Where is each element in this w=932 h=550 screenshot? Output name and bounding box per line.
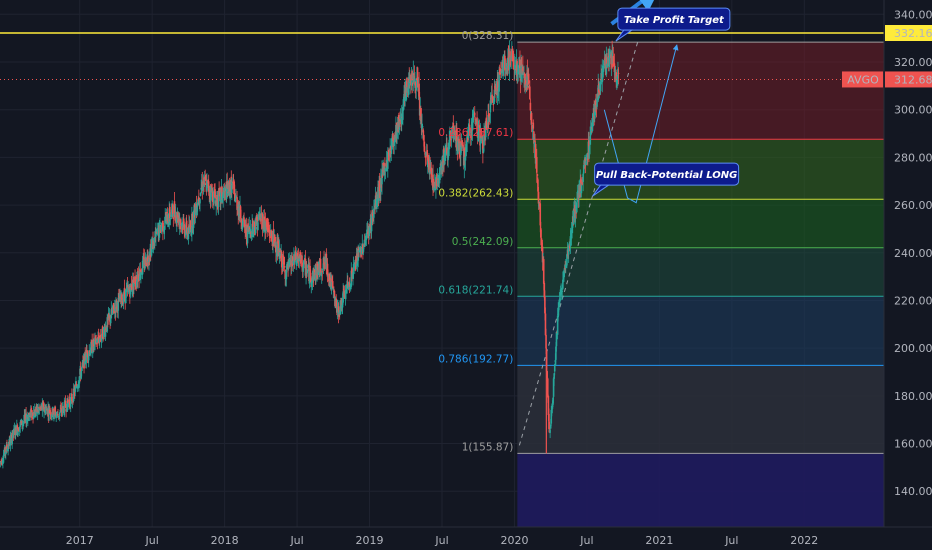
callout-text: Take Profit Target (624, 15, 725, 26)
candle-body (534, 140, 536, 143)
fib-level-label: 0.786(192.77) (438, 353, 513, 365)
candle-body (461, 144, 464, 147)
candle-body (362, 248, 365, 252)
candle-body (283, 265, 286, 268)
fib-zone (517, 365, 884, 454)
candle-body (492, 104, 495, 106)
y-tick-label: 260.00 (894, 199, 932, 212)
candle-body (546, 378, 549, 398)
candle-body (608, 57, 611, 68)
x-tick-label: Jul (724, 534, 738, 547)
candle-body (530, 112, 533, 124)
candle-body (549, 429, 551, 433)
ticker-label: AVGO (847, 73, 879, 86)
candle-body (169, 218, 172, 220)
candle-body (585, 161, 587, 166)
x-tick-label: Jul (434, 534, 448, 547)
chart-stage: 0(328.31) 0.236(287.61) 0.382(262.43) 0.5(2… (0, 0, 932, 550)
y-tick-label: 340.00 (894, 8, 932, 21)
last-price-value: 312.68 (894, 73, 932, 86)
x-tick-label: 2021 (645, 534, 673, 547)
candle-body (558, 307, 560, 311)
fib-zone (517, 453, 884, 527)
y-tick-label: 320.00 (894, 56, 932, 69)
candle-body (532, 122, 535, 129)
candle-body (527, 73, 530, 84)
avgo-price-chart[interactable]: 0(328.31) 0.236(287.61) 0.382(262.43) 0.5(2… (0, 0, 932, 550)
candle-body (384, 163, 386, 167)
x-tick-label: 2017 (66, 534, 94, 547)
y-tick-label: 280.00 (894, 151, 932, 164)
y-tick-label: 300.00 (894, 104, 932, 117)
candle-body (545, 334, 547, 349)
candle-body (529, 102, 532, 111)
candle-body (57, 414, 59, 416)
candle-body (172, 217, 175, 219)
candle-body (159, 221, 161, 225)
x-tick-label: Jul (579, 534, 593, 547)
candle-body (319, 258, 322, 273)
fib-level-label: 0.236(287.61) (438, 127, 513, 139)
candle-body (582, 173, 584, 182)
candle-body (439, 170, 441, 180)
candle-body (169, 206, 171, 219)
candle-body (617, 72, 620, 74)
candle-body (421, 125, 424, 127)
candle-body (406, 77, 408, 87)
candle-body (109, 318, 112, 324)
x-tick-label: Jul (289, 534, 303, 547)
x-tick-label: 2020 (500, 534, 528, 547)
candle-body (254, 226, 257, 234)
candle-body (309, 272, 312, 283)
fib-level-label: 1(155.87) (462, 441, 514, 453)
x-tick-label: Jul (145, 534, 159, 547)
candle-body (542, 259, 545, 284)
y-tick-label: 180.00 (894, 390, 932, 403)
target-price-value: 332.16 (894, 27, 932, 40)
fib-zone (517, 247, 884, 297)
x-tick-label: 2019 (356, 534, 384, 547)
candle-body (44, 408, 47, 414)
candle-body (529, 86, 531, 100)
candle-body (561, 290, 564, 292)
fib-level-label: 0(328.31) (462, 30, 514, 42)
candle-body (473, 112, 476, 116)
callout-text: Pull Back-Potential LONG (596, 170, 737, 181)
y-tick-label: 160.00 (894, 438, 932, 451)
fib-level-label: 0.5(242.09) (452, 236, 514, 248)
candle-body (536, 173, 539, 177)
fib-level-label: 0.382(262.43) (438, 187, 513, 199)
candle-body (234, 197, 237, 203)
fib-level-label: 0.618(221.74) (438, 284, 513, 296)
candle-body (468, 124, 471, 127)
y-tick-label: 200.00 (894, 342, 932, 355)
candle-body (331, 281, 334, 289)
candle-body (321, 271, 324, 273)
candle-body (199, 199, 201, 204)
candle-body (535, 157, 538, 173)
fib-zone (517, 42, 884, 140)
candle-body (498, 72, 500, 92)
y-tick-label: 140.00 (894, 485, 932, 498)
x-tick-label: 2018 (211, 534, 239, 547)
x-tick-label: 2022 (790, 534, 818, 547)
y-tick-label: 220.00 (894, 294, 932, 307)
fib-zone (517, 296, 884, 366)
y-tick-label: 240.00 (894, 247, 932, 260)
candle-body (257, 222, 259, 231)
